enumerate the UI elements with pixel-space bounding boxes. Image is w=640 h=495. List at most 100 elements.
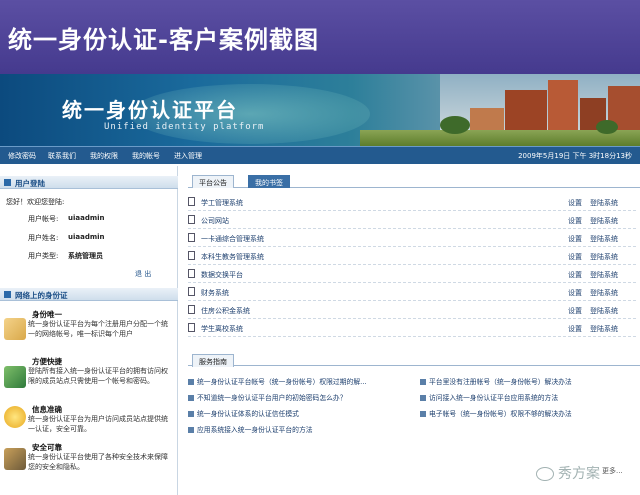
guide-link[interactable]: 不知道统一身份认证平台用户的初始密码怎么办？ xyxy=(188,392,347,402)
main-tabs: 平台公告 我的书签 xyxy=(188,174,640,188)
bookmark-login-link[interactable]: 登陆系统 xyxy=(590,234,618,244)
account-value: uiaadmin xyxy=(68,214,105,222)
feature-desc: 统一身份认证平台为每个注册用户分配一个统一的网络帐号，唯一标识每个用户 xyxy=(28,320,168,338)
bookmark-login-link[interactable]: 登陆系统 xyxy=(590,288,618,298)
nav-my-permissions[interactable]: 我的权限 xyxy=(90,151,118,161)
more-link[interactable]: 更多... xyxy=(602,466,623,476)
document-icon xyxy=(188,305,195,314)
login-panel-title: 用户登陆 xyxy=(15,179,45,188)
tab-my-bookmarks[interactable]: 我的书签 xyxy=(248,175,290,188)
bookmark-name[interactable]: 学生离校系统 xyxy=(201,324,243,334)
bookmark-settings-link[interactable]: 设置 xyxy=(568,324,582,334)
guide-link[interactable]: 统一身份认证平台帐号（统一身份帐号）权限过期的解... xyxy=(188,376,367,386)
bookmark-name[interactable]: 本科生教务管理系统 xyxy=(201,252,264,262)
name-value: uiaadmin xyxy=(68,233,105,241)
bookmark-login-link[interactable]: 登陆系统 xyxy=(590,324,618,334)
slide-title-bar: 统一身份认证-客户案例截图 xyxy=(0,0,640,74)
main-content: 平台公告 我的书签 学工管理系统 设置 登陆系统 公司网站 设置 登陆系统 一卡… xyxy=(180,166,640,495)
bookmark-settings-link[interactable]: 设置 xyxy=(568,198,582,208)
guide-link[interactable]: 访问接入统一身份认证平台应用系统的方法 xyxy=(420,392,558,402)
picture-icon xyxy=(4,448,26,470)
document-icon xyxy=(188,215,195,224)
tree-image xyxy=(596,120,618,134)
tab-announcements[interactable]: 平台公告 xyxy=(192,175,234,188)
features-panel-header: 网络上的身份证 xyxy=(0,288,178,301)
bookmark-name[interactable]: 数据交换平台 xyxy=(201,270,243,280)
bookmark-row[interactable]: 学生离校系统 设置 登陆系统 xyxy=(188,319,636,337)
bookmark-name[interactable]: 一卡通综合管理系统 xyxy=(201,234,264,244)
slide-title: 统一身份认证-客户案例截图 xyxy=(8,26,319,54)
banner: 统一身份认证平台 Unified identity platform xyxy=(0,74,640,146)
nav-change-password[interactable]: 修改密码 xyxy=(8,151,36,161)
name-label: 用户姓名: xyxy=(28,234,59,242)
bookmark-settings-link[interactable]: 设置 xyxy=(568,270,582,280)
bookmark-name[interactable]: 公司网站 xyxy=(201,216,229,226)
bookmark-settings-link[interactable]: 设置 xyxy=(568,252,582,262)
bookmark-login-link[interactable]: 登陆系统 xyxy=(590,198,618,208)
watermark: 秀方案 xyxy=(536,463,600,483)
bookmark-name[interactable]: 住房公积金系统 xyxy=(201,306,250,316)
type-label: 用户类型: xyxy=(28,252,59,260)
bulb-icon xyxy=(4,406,26,428)
bullet-icon xyxy=(420,379,426,385)
nav-admin[interactable]: 进入管理 xyxy=(174,151,202,161)
square-bullet-icon xyxy=(4,291,11,298)
bookmark-row[interactable]: 本科生教务管理系统 设置 登陆系统 xyxy=(188,247,636,265)
document-icon xyxy=(188,269,195,278)
guide-link[interactable]: 统一身份认证体系的认证信任模式 xyxy=(188,408,299,418)
id-card-icon xyxy=(4,318,26,340)
feature-desc: 统一身份认证平台为用户访问成员站点提供统一认证，安全可靠。 xyxy=(28,415,168,433)
bookmark-row[interactable]: 住房公积金系统 设置 登陆系统 xyxy=(188,301,636,319)
nav-datetime: 2009年5月19日 下午 3时18分13秒 xyxy=(518,152,632,160)
bookmark-settings-link[interactable]: 设置 xyxy=(568,288,582,298)
document-icon xyxy=(188,287,195,296)
bullet-icon xyxy=(188,395,194,401)
guide-link[interactable]: 电子帐号（统一身份帐号）权限不够的解决办法 xyxy=(420,408,572,418)
nav-contact-us[interactable]: 联系我们 xyxy=(48,151,76,161)
tab-service-guide[interactable]: 服务指南 xyxy=(192,354,234,367)
login-panel-header: 用户登陆 xyxy=(0,176,178,189)
bullet-icon xyxy=(420,411,426,417)
logout-button[interactable]: 退 出 xyxy=(135,269,151,279)
bookmark-login-link[interactable]: 登陆系统 xyxy=(590,252,618,262)
book-icon xyxy=(4,366,26,388)
bookmark-row[interactable]: 财务系统 设置 登陆系统 xyxy=(188,283,636,301)
guide-link[interactable]: 应用系统接入统一身份认证平台的方法 xyxy=(188,424,313,434)
bookmark-row[interactable]: 数据交换平台 设置 登陆系统 xyxy=(188,265,636,283)
document-icon xyxy=(188,323,195,332)
banner-title: 统一身份认证平台 xyxy=(62,98,238,122)
bullet-icon xyxy=(188,379,194,385)
bookmark-row[interactable]: 公司网站 设置 登陆系统 xyxy=(188,211,636,229)
guide-link[interactable]: 平台里没有注册帐号（统一身份帐号）解决办法 xyxy=(420,376,572,386)
document-icon xyxy=(188,251,195,260)
top-nav: 修改密码 联系我们 我的权限 我的帐号 进入管理 2009年5月19日 下午 3… xyxy=(0,146,640,164)
bullet-icon xyxy=(188,427,194,433)
bullet-icon xyxy=(420,395,426,401)
features-panel-title: 网络上的身份证 xyxy=(15,291,68,300)
bookmark-login-link[interactable]: 登陆系统 xyxy=(590,306,618,316)
bullet-icon xyxy=(188,411,194,417)
feature-desc: 统一身份认证平台使用了各种安全技术来保障您的安全和隐私。 xyxy=(28,453,168,471)
chat-bubble-icon xyxy=(536,467,554,481)
welcome-text: 您好！欢迎您登陆: xyxy=(6,198,65,206)
left-sidebar: 用户登陆 您好！欢迎您登陆: 用户帐号: uiaadmin 用户姓名: uiaa… xyxy=(0,166,178,495)
bookmark-settings-link[interactable]: 设置 xyxy=(568,234,582,244)
bookmark-settings-link[interactable]: 设置 xyxy=(568,216,582,226)
banner-subtitle: Unified identity platform xyxy=(104,122,265,132)
bookmark-name[interactable]: 财务系统 xyxy=(201,288,229,298)
account-label: 用户帐号: xyxy=(28,215,59,223)
banner-grass xyxy=(360,130,640,146)
tree-image xyxy=(440,116,470,134)
type-value: 系统管理员 xyxy=(68,252,103,260)
bookmark-name[interactable]: 学工管理系统 xyxy=(201,198,243,208)
bookmark-login-link[interactable]: 登陆系统 xyxy=(590,216,618,226)
guide-tabs: 服务指南 xyxy=(188,354,640,367)
nav-my-account[interactable]: 我的帐号 xyxy=(132,151,160,161)
bookmark-settings-link[interactable]: 设置 xyxy=(568,306,582,316)
feature-desc: 登陆所有接入统一身份认证平台的拥有访问权限的成员站点只需使用一个帐号和密码。 xyxy=(28,367,168,385)
bookmark-row[interactable]: 一卡通综合管理系统 设置 登陆系统 xyxy=(188,229,636,247)
square-bullet-icon xyxy=(4,179,11,186)
bookmark-row[interactable]: 学工管理系统 设置 登陆系统 xyxy=(188,193,636,211)
bookmark-login-link[interactable]: 登陆系统 xyxy=(590,270,618,280)
building-image xyxy=(548,80,578,136)
